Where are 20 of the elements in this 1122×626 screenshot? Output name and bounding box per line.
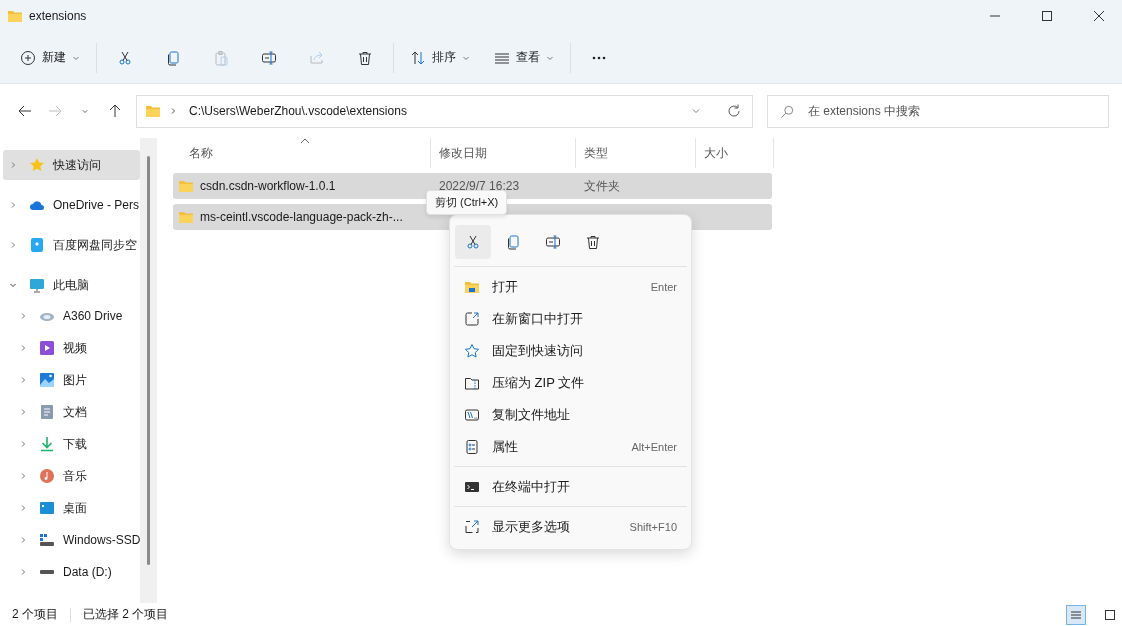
menu-item-label: 显示更多选项 — [492, 518, 571, 536]
menu-item-label: 在终端中打开 — [492, 478, 571, 496]
window-title: extensions — [29, 9, 87, 23]
shortcut-text: Shift+F10 — [629, 521, 677, 533]
file-name: ms-ceintl.vscode-language-pack-zh-... — [200, 210, 403, 224]
menu-item-label: 压缩为 ZIP 文件 — [492, 374, 586, 392]
menu-item-label: 在新窗口中打开 — [492, 310, 584, 328]
menu-item-label: 固定到快速访问 — [492, 342, 584, 360]
item-count: 2 个项目 — [12, 606, 58, 623]
menu-item-label: 属性 — [492, 438, 519, 456]
shortcut-text: Alt+Enter — [631, 441, 677, 453]
address-path: C:\Users\WeberZhou\.vscode\extensions — [189, 104, 407, 118]
type-cell: 文件夹 — [584, 177, 620, 195]
tooltip: 剪切 (Ctrl+X) — [426, 190, 508, 215]
date-cell: 2022/9/7 16:23 — [439, 179, 520, 193]
selection-count: 已选择 2 个项目 — [83, 606, 169, 623]
menu-item-label: 复制文件地址 — [492, 406, 571, 424]
menu-item-label: 打开 — [492, 278, 519, 296]
file-name: csdn.csdn-workflow-1.0.1 — [200, 179, 336, 193]
shortcut-text: Enter — [650, 281, 677, 293]
